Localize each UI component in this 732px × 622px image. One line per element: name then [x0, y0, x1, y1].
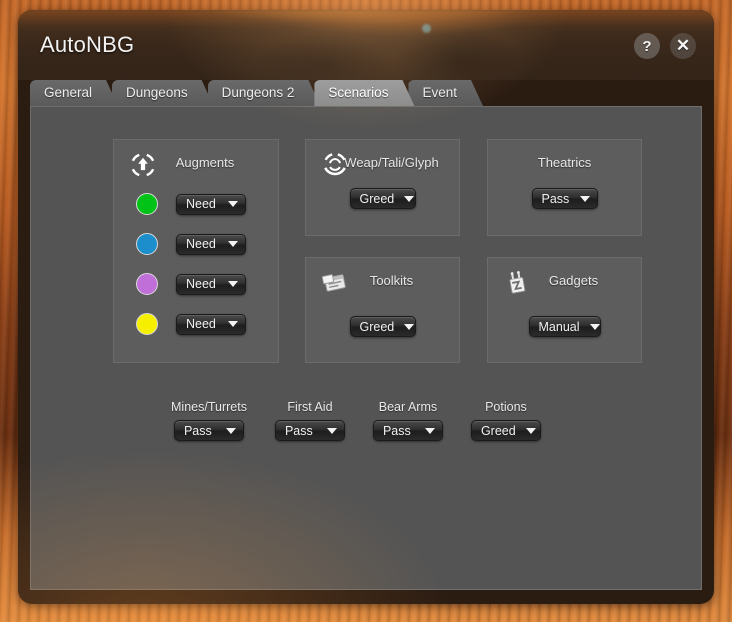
quality-dot-yellow [136, 313, 158, 335]
chevron-down-icon [525, 427, 536, 434]
page-title: AutoNBG [40, 32, 135, 57]
augment-blue-value: Need [186, 237, 216, 251]
tab-dungeons[interactable]: Dungeons [112, 80, 214, 106]
weap-roll-dropdown[interactable]: Greed [349, 188, 416, 209]
misc-item-first-aid-dropdown[interactable]: Pass [274, 420, 345, 441]
tab-event[interactable]: Event [408, 80, 483, 106]
misc-item-row: Mines/Turrets Pass First Aid Pass Bear Arms P… [171, 400, 541, 441]
chevron-down-icon [579, 195, 590, 202]
panel-gadgets-dropdown-wrap: Manual [488, 316, 641, 337]
chevron-down-icon [228, 321, 238, 327]
augment-purple-value: Need [186, 277, 216, 291]
rune-circle-icon [320, 150, 350, 180]
panel-theatrics-dropdown-wrap: Pass [488, 188, 641, 209]
scenarios-panel: Augments Need Need Need Need Weap/Tali/G… [30, 106, 702, 590]
gadgets-roll-value: Manual [538, 319, 580, 334]
misc-item-mines-turrets-dropdown[interactable]: Pass [173, 420, 244, 441]
toolkit-icon [320, 268, 350, 298]
misc-item-first-aid-value: Pass [284, 423, 313, 438]
toolkits-roll-dropdown[interactable]: Greed [349, 316, 416, 337]
augment-green-value: Need [186, 197, 216, 211]
augment-row-green: Need [114, 184, 278, 224]
chevron-down-icon [404, 323, 415, 330]
augment-yellow-dropdown[interactable]: Need [176, 313, 246, 335]
misc-item-bear-arms-label: Bear Arms [378, 400, 438, 414]
augment-row-list: Need Need Need Need [114, 184, 278, 344]
misc-item-potions-value: Greed [480, 423, 516, 438]
augment-purple-dropdown[interactable]: Need [176, 273, 246, 295]
game-background: AutoNBG ? ✕ General Dungeons Dungeons 2 Sce… [0, 0, 732, 622]
quality-dot-green [136, 193, 158, 215]
augment-row-yellow: Need [114, 304, 278, 344]
panel-toolkits-header: Toolkits [306, 258, 459, 302]
quality-dot-purple [136, 273, 158, 295]
misc-item-bear-arms: Bear Arms Pass [372, 400, 443, 441]
misc-item-potions-dropdown[interactable]: Greed [470, 420, 541, 441]
panel-augments: Augments Need Need Need Need [113, 139, 279, 363]
augment-row-blue: Need [114, 224, 278, 264]
chevron-down-icon [228, 201, 238, 207]
theatrics-roll-dropdown[interactable]: Pass [531, 188, 598, 209]
tab-dungeons-2[interactable]: Dungeons 2 [208, 80, 321, 106]
chevron-down-icon [589, 323, 600, 330]
misc-item-potions-label: Potions [485, 400, 527, 414]
chevron-down-icon [225, 427, 236, 434]
augment-arrow-icon [128, 150, 158, 180]
misc-item-mines-turrets-value: Pass [183, 423, 212, 438]
augment-green-dropdown[interactable]: Need [176, 193, 246, 215]
autonbg-window: AutoNBG ? ✕ General Dungeons Dungeons 2 Sce… [18, 10, 714, 604]
augment-blue-dropdown[interactable]: Need [176, 233, 246, 255]
gadgets-roll-dropdown[interactable]: Manual [528, 316, 601, 337]
misc-item-first-aid-label: First Aid [287, 400, 333, 414]
chevron-down-icon [228, 241, 238, 247]
panel-weap-tali-glyph: Weap/Tali/Glyph Greed [305, 139, 460, 236]
window-titlebar: AutoNBG ? ✕ [18, 10, 714, 80]
misc-item-mines-turrets: Mines/Turrets Pass [171, 400, 247, 441]
augment-row-purple: Need [114, 264, 278, 304]
gadget-icon [502, 268, 532, 298]
panel-toolkits-dropdown-wrap: Greed [306, 316, 459, 337]
chevron-down-icon [424, 427, 435, 434]
chevron-down-icon [228, 281, 238, 287]
help-icon[interactable]: ? [634, 33, 660, 59]
panel-theatrics-header: Theatrics [488, 140, 641, 184]
panel-weap-header: Weap/Tali/Glyph [306, 140, 459, 184]
weap-roll-value: Greed [359, 191, 395, 206]
panel-gadgets-header: Gadgets [488, 258, 641, 302]
chevron-down-icon [326, 427, 337, 434]
misc-item-mines-turrets-label: Mines/Turrets [171, 400, 247, 414]
misc-item-potions: Potions Greed [470, 400, 541, 441]
panel-weap-dropdown-wrap: Greed [306, 188, 459, 209]
misc-item-bear-arms-dropdown[interactable]: Pass [372, 420, 443, 441]
tab-scenarios[interactable]: Scenarios [314, 80, 414, 106]
chevron-down-icon [404, 195, 415, 202]
close-icon[interactable]: ✕ [670, 33, 696, 59]
misc-item-bear-arms-value: Pass [382, 423, 411, 438]
panel-theatrics-title: Theatrics [537, 154, 592, 170]
tab-general[interactable]: General [30, 80, 118, 106]
panel-toolkits: Toolkits Greed [305, 257, 460, 363]
toolkits-roll-value: Greed [359, 319, 395, 334]
panel-augments-header: Augments [114, 140, 278, 184]
panel-theatrics: Theatrics Pass [487, 139, 642, 236]
misc-item-first-aid: First Aid Pass [274, 400, 345, 441]
augment-yellow-value: Need [186, 317, 216, 331]
panel-gadgets: Gadgets Manual [487, 257, 642, 363]
tab-bar: General Dungeons Dungeons 2 Scenarios Event [30, 80, 477, 106]
quality-dot-blue [136, 233, 158, 255]
theatrics-roll-value: Pass [541, 191, 570, 206]
